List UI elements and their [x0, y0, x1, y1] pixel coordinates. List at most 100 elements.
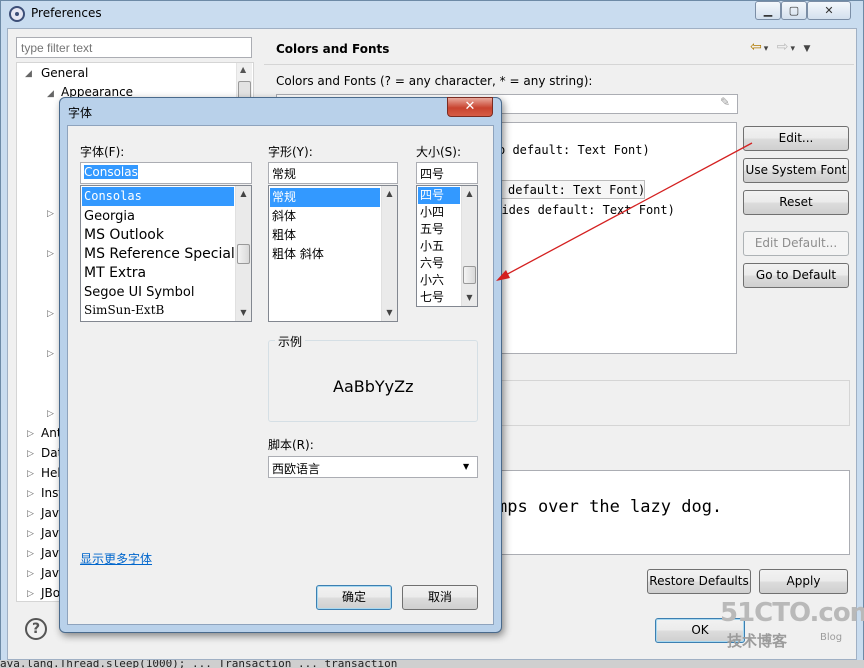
- scroll-thumb[interactable]: [237, 244, 250, 264]
- style-list-item[interactable]: 常规: [270, 188, 380, 207]
- font-list-item[interactable]: MT Extra: [82, 264, 146, 283]
- tree-item[interactable]: Jav: [41, 566, 59, 580]
- watermark-logo: 51CTO.com: [720, 598, 864, 628]
- back-arrow-icon[interactable]: ⇦: [750, 39, 764, 55]
- font-ok-button[interactable]: 确定: [316, 585, 392, 610]
- apply-button[interactable]: Apply: [759, 569, 848, 594]
- filter-input[interactable]: [16, 37, 252, 58]
- script-label: 脚本(R):: [268, 438, 314, 452]
- clear-filter-icon[interactable]: ✎: [720, 95, 730, 109]
- scroll-up-icon[interactable]: ▲: [236, 186, 251, 201]
- font-list-item[interactable]: rrides default: Text Font): [487, 203, 675, 217]
- show-more-fonts-link[interactable]: 显示更多字体: [80, 550, 152, 567]
- font-dialog-close-button[interactable]: ✕: [447, 97, 493, 117]
- size-list-item[interactable]: 小六: [418, 272, 444, 289]
- expand-arrow-icon[interactable]: ◢: [25, 69, 32, 79]
- style-list-item[interactable]: 粗体 斜体: [270, 245, 324, 264]
- window-title: Preferences: [31, 6, 102, 20]
- scroll-up-icon[interactable]: ▲: [462, 186, 477, 201]
- scroll-up-icon[interactable]: ▲: [382, 186, 397, 201]
- collapse-arrow-icon[interactable]: ▷: [27, 509, 34, 519]
- chevron-down-icon[interactable]: ▼: [463, 462, 469, 471]
- font-name-value: Consolas: [84, 165, 138, 179]
- font-list-item[interactable]: Georgia: [82, 207, 135, 226]
- size-list[interactable]: 四号 小四 五号 小五 六号 小六 七号 ▲ ▼: [416, 185, 478, 307]
- collapse-arrow-icon[interactable]: ▷: [47, 349, 54, 359]
- font-list-scrollbar[interactable]: ▲ ▼: [235, 186, 251, 321]
- tree-item[interactable]: Jav: [41, 546, 59, 560]
- size-list-item[interactable]: 小四: [418, 204, 444, 221]
- scroll-down-icon[interactable]: ▼: [462, 290, 477, 305]
- collapse-arrow-icon[interactable]: ▷: [47, 309, 54, 319]
- scroll-thumb[interactable]: [463, 266, 476, 284]
- use-system-font-button[interactable]: Use System Font: [743, 158, 849, 183]
- help-icon[interactable]: ?: [25, 618, 47, 640]
- edit-button[interactable]: Edit...: [743, 126, 849, 151]
- chevron-down-icon[interactable]: ▾: [790, 44, 797, 54]
- reset-button[interactable]: Reset: [743, 190, 849, 215]
- preview-text: mps over the lazy dog.: [497, 497, 723, 517]
- font-dialog-title: 字体: [68, 106, 93, 120]
- style-list-item[interactable]: 斜体: [270, 207, 296, 226]
- font-list-item[interactable]: SimSun-ExtB: [82, 301, 164, 320]
- tree-item-general[interactable]: General: [41, 66, 88, 80]
- view-menu-icon[interactable]: ▼: [803, 44, 812, 54]
- collapse-arrow-icon[interactable]: ▷: [27, 469, 34, 479]
- edit-default-button[interactable]: Edit Default...: [743, 231, 849, 256]
- font-size-input[interactable]: 四号: [416, 162, 478, 184]
- collapse-arrow-icon[interactable]: ▷: [27, 429, 34, 439]
- script-select-value: 西欧语言: [272, 462, 321, 476]
- chevron-down-icon[interactable]: ▾: [764, 44, 771, 54]
- size-list-item[interactable]: 七号: [418, 289, 444, 306]
- collapse-arrow-icon[interactable]: ▷: [27, 449, 34, 459]
- script-select[interactable]: 西欧语言: [268, 456, 478, 478]
- tree-item[interactable]: Hel: [41, 466, 61, 480]
- scroll-down-icon[interactable]: ▼: [382, 305, 397, 320]
- style-list-item[interactable]: 粗体: [270, 226, 296, 245]
- size-list-item[interactable]: 六号: [418, 255, 444, 272]
- nav-history-buttons[interactable]: ⇦▾ ⇨▾ ▼: [750, 39, 812, 55]
- font-list-item[interactable]: o default: Text Font): [498, 143, 650, 157]
- style-list-scrollbar[interactable]: ▲ ▼: [381, 186, 397, 321]
- size-list-item[interactable]: 小五: [418, 238, 444, 255]
- background-editor-strip: ava.lang.Thread.sleep(1000); ... Transac…: [0, 660, 864, 668]
- font-style-input[interactable]: 常规: [268, 162, 398, 184]
- collapse-arrow-icon[interactable]: ▷: [27, 489, 34, 499]
- collapse-arrow-icon[interactable]: ▷: [27, 549, 34, 559]
- size-list-scrollbar[interactable]: ▲ ▼: [461, 186, 477, 306]
- sample-label: 示例: [275, 333, 306, 350]
- preferences-app-icon: [9, 6, 25, 22]
- minimize-button[interactable]: ▁: [755, 1, 781, 20]
- collapse-arrow-icon[interactable]: ▷: [47, 209, 54, 219]
- font-list-item[interactable]: Segoe UI Symbol: [82, 283, 195, 302]
- collapse-arrow-icon[interactable]: ▷: [27, 589, 34, 599]
- font-list-item[interactable]: MS Outlook: [82, 226, 164, 245]
- collapse-arrow-icon[interactable]: ▷: [47, 249, 54, 259]
- font-list-item[interactable]: MS Reference Specialt: [82, 245, 240, 264]
- expand-arrow-icon[interactable]: ◢: [47, 89, 54, 99]
- collapse-arrow-icon[interactable]: ▷: [27, 569, 34, 579]
- tree-item[interactable]: JBo: [41, 586, 60, 600]
- go-to-default-button[interactable]: Go to Default: [743, 263, 849, 288]
- watermark-blog: Blog: [820, 632, 843, 643]
- collapse-arrow-icon[interactable]: ▷: [27, 529, 34, 539]
- font-list[interactable]: Consolas Georgia MS Outlook MS Reference…: [80, 185, 252, 322]
- maximize-button[interactable]: ▢: [781, 1, 807, 20]
- style-label: 字形(Y):: [268, 145, 313, 159]
- style-list[interactable]: 常规 斜体 粗体 粗体 斜体 ▲ ▼: [268, 185, 398, 322]
- tree-item[interactable]: Jav: [41, 526, 59, 540]
- scroll-down-icon[interactable]: ▼: [236, 305, 251, 320]
- font-cancel-button[interactable]: 取消: [402, 585, 478, 610]
- font-name-input[interactable]: Consolas: [80, 162, 252, 184]
- size-list-item[interactable]: 五号: [418, 221, 444, 238]
- size-list-item[interactable]: 四号: [418, 187, 460, 204]
- collapse-arrow-icon[interactable]: ▷: [47, 409, 54, 419]
- font-list-item[interactable]: default: Text Font): [508, 183, 645, 197]
- scroll-up-icon[interactable]: ▲: [240, 65, 246, 74]
- restore-defaults-button[interactable]: Restore Defaults: [647, 569, 751, 594]
- window-close-button[interactable]: ✕: [807, 1, 851, 20]
- font-list-item[interactable]: Consolas: [82, 187, 234, 206]
- forward-arrow-icon[interactable]: ⇨: [777, 39, 791, 55]
- tree-item[interactable]: Jav: [41, 506, 59, 520]
- size-label: 大小(S):: [416, 145, 462, 159]
